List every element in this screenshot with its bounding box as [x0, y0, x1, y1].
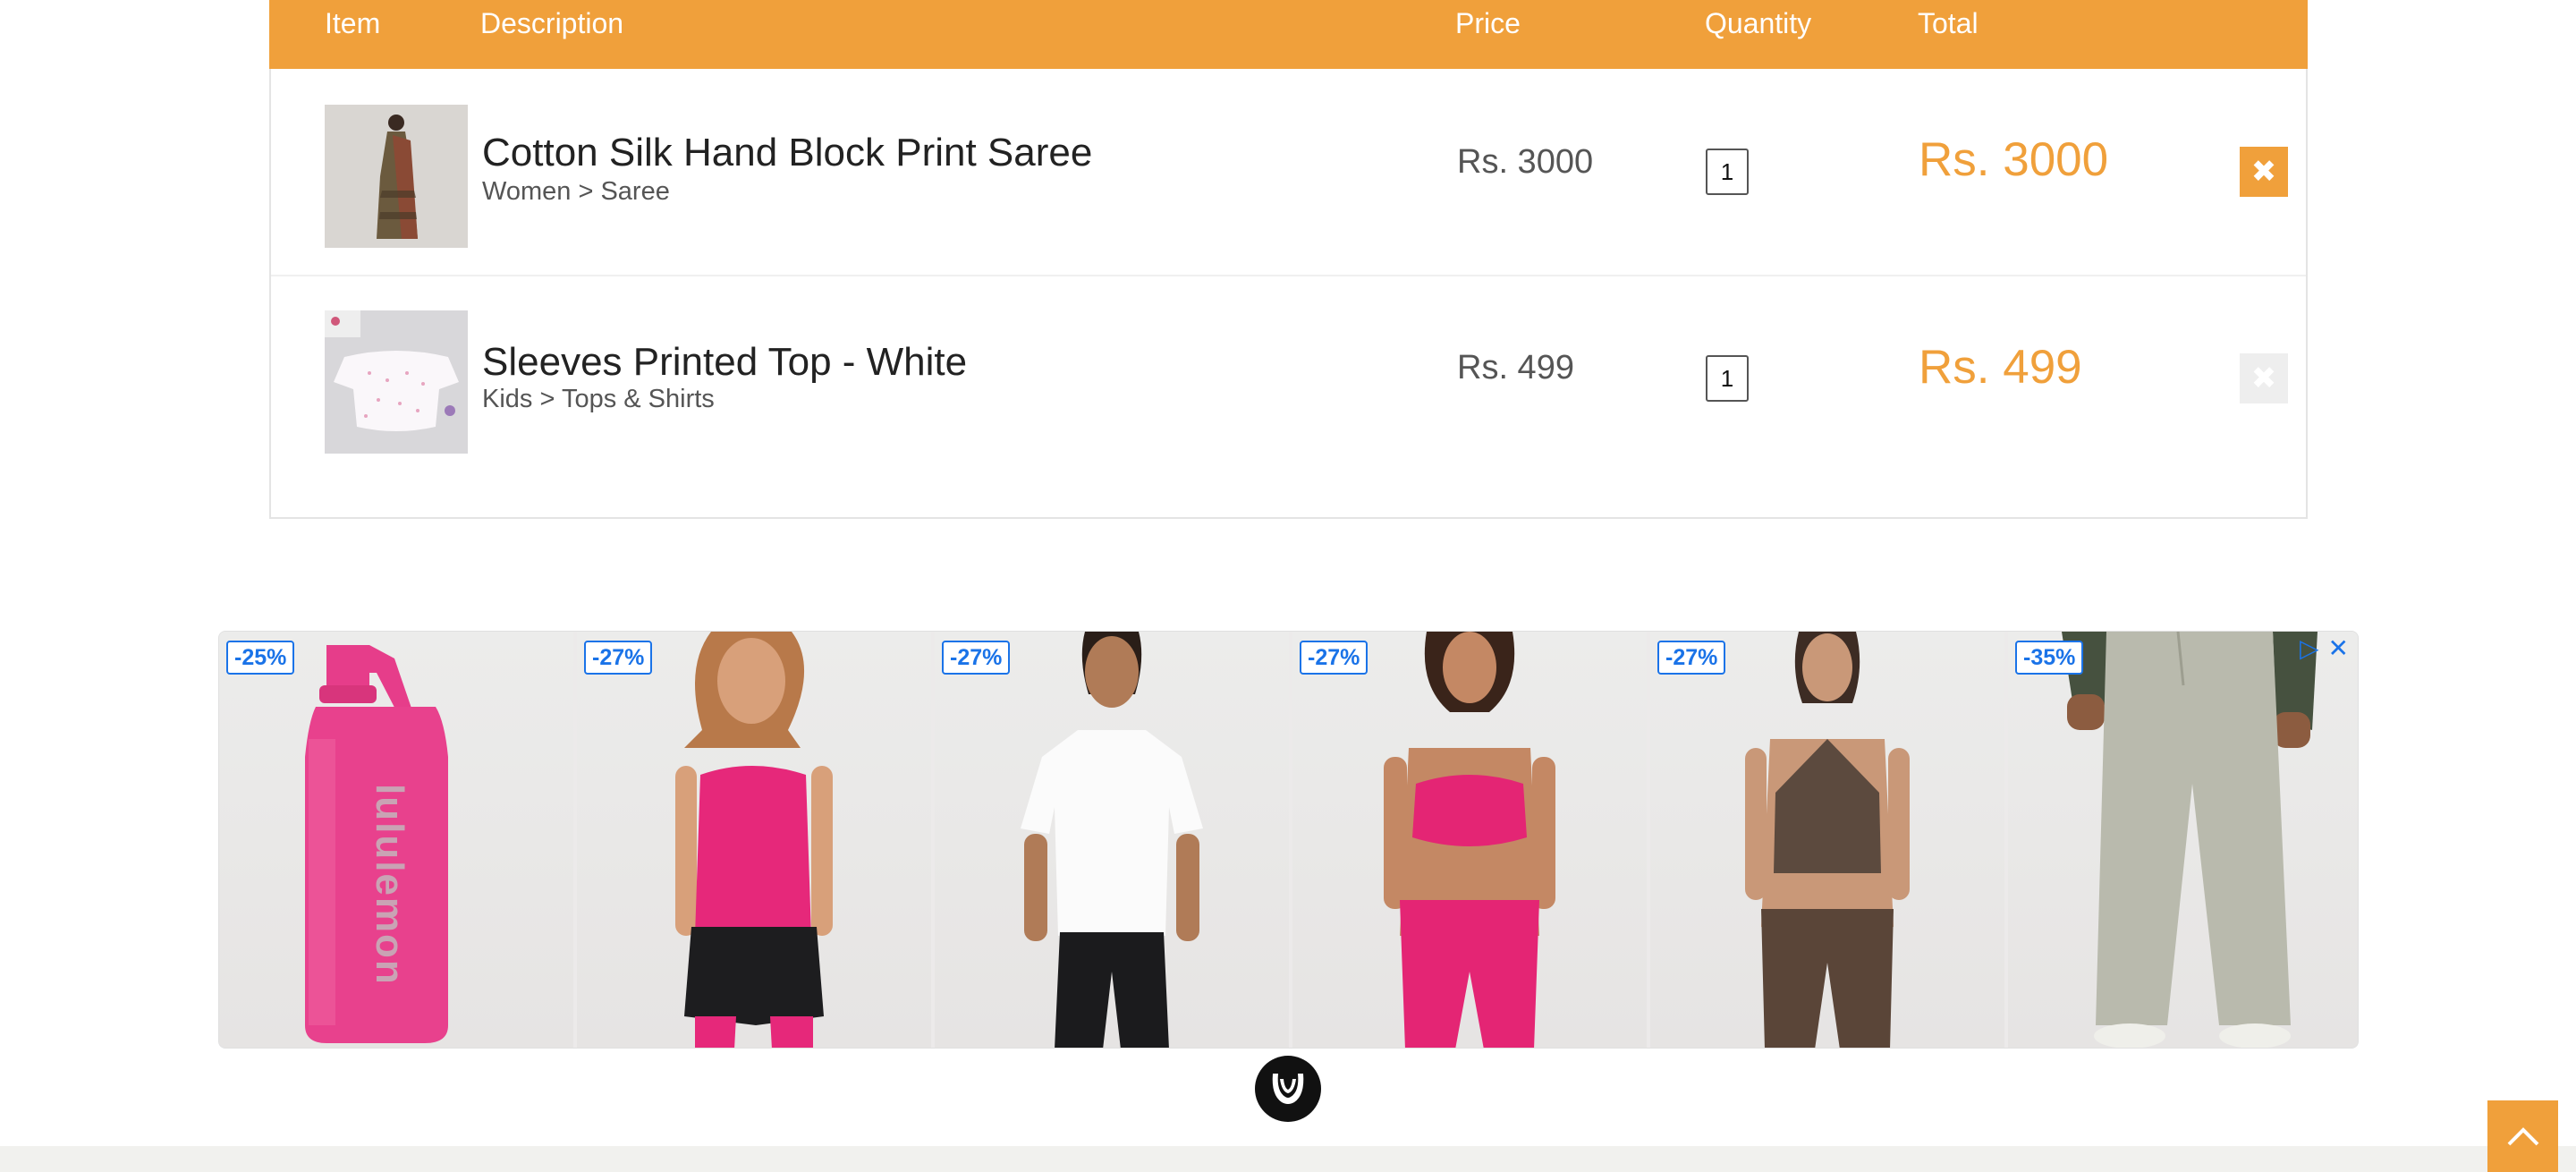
scroll-to-top-button[interactable] — [2487, 1100, 2558, 1172]
product-price: Rs. 3000 — [1457, 143, 1594, 181]
cart-row: Sleeves Printed Top - White Kids > Tops … — [271, 276, 2306, 484]
header-description: Description — [480, 7, 624, 39]
ad-product-card[interactable]: -27% — [577, 632, 931, 1048]
tank-top-image — [675, 632, 833, 1048]
remove-item-button[interactable]: ✖ — [2240, 147, 2288, 197]
header-price: Price — [1455, 7, 1521, 39]
ad-product-card[interactable]: lululemon -25% — [219, 632, 573, 1048]
remove-item-button[interactable]: ✖ — [2240, 353, 2288, 403]
quantity-input[interactable]: 1 — [1706, 149, 1749, 195]
ad-product-card[interactable]: -35% — [2008, 632, 2358, 1048]
ad-product-card[interactable]: -27% — [1650, 632, 2004, 1048]
close-icon: ✖ — [2250, 361, 2277, 395]
cart-row: Cotton Silk Hand Block Print Saree Women… — [271, 69, 2306, 276]
discount-badge: -27% — [1657, 641, 1726, 675]
product-title[interactable]: Sleeves Printed Top - White — [482, 339, 967, 386]
product-thumbnail[interactable] — [325, 105, 468, 248]
sweatpants-image — [2062, 632, 2318, 1048]
footer-bar — [0, 1146, 2576, 1172]
saree-image — [325, 105, 468, 248]
ad-product-card[interactable]: -27% — [1292, 632, 1647, 1048]
discount-badge: -27% — [1300, 641, 1368, 675]
discount-badge: -25% — [226, 641, 295, 675]
header-total: Total — [1918, 7, 1979, 39]
halter-top-image — [1745, 632, 1910, 1048]
product-category: Kids > Tops & Shirts — [482, 385, 715, 413]
top-image — [325, 310, 468, 454]
product-title[interactable]: Cotton Silk Hand Block Print Saree — [482, 130, 1092, 176]
header-item: Item — [325, 7, 381, 39]
quantity-input[interactable]: 1 — [1706, 355, 1749, 402]
close-icon: ✖ — [2250, 155, 2277, 189]
discount-badge: -27% — [584, 641, 653, 675]
water-bottle-image: lululemon — [305, 645, 448, 1043]
ad-banner[interactable]: lululemon -25% -27% -27% -27% -27% -35% … — [218, 631, 2359, 1049]
close-icon[interactable]: ✕ — [2328, 635, 2349, 662]
adchoices-icon[interactable]: ▷ — [2300, 635, 2319, 662]
cart-table: Item Description Price Quantity Total Co… — [269, 0, 2308, 519]
page: Item Description Price Quantity Total Co… — [0, 0, 2576, 1172]
product-price: Rs. 499 — [1457, 349, 1574, 386]
lululemon-logo-icon — [1272, 1074, 1304, 1104]
chevron-up-icon — [2507, 1127, 2538, 1146]
row-total: Rs. 499 — [1919, 341, 2082, 394]
svg-text:lululemon: lululemon — [368, 784, 411, 986]
row-total: Rs. 3000 — [1919, 133, 2109, 186]
white-tee-image — [1021, 632, 1203, 1048]
product-category: Women > Saree — [482, 177, 670, 206]
sports-bra-image — [1384, 632, 1555, 1048]
product-thumbnail[interactable] — [325, 310, 468, 454]
ad-product-card[interactable]: -27% — [935, 632, 1289, 1048]
discount-badge: -27% — [942, 641, 1011, 675]
ad-controls: ▷ ✕ — [2300, 635, 2349, 662]
cart-header: Item Description Price Quantity Total — [269, 0, 2308, 69]
brand-logo[interactable] — [1255, 1056, 1321, 1122]
discount-badge: -35% — [2015, 641, 2084, 675]
header-quantity: Quantity — [1705, 7, 1812, 39]
